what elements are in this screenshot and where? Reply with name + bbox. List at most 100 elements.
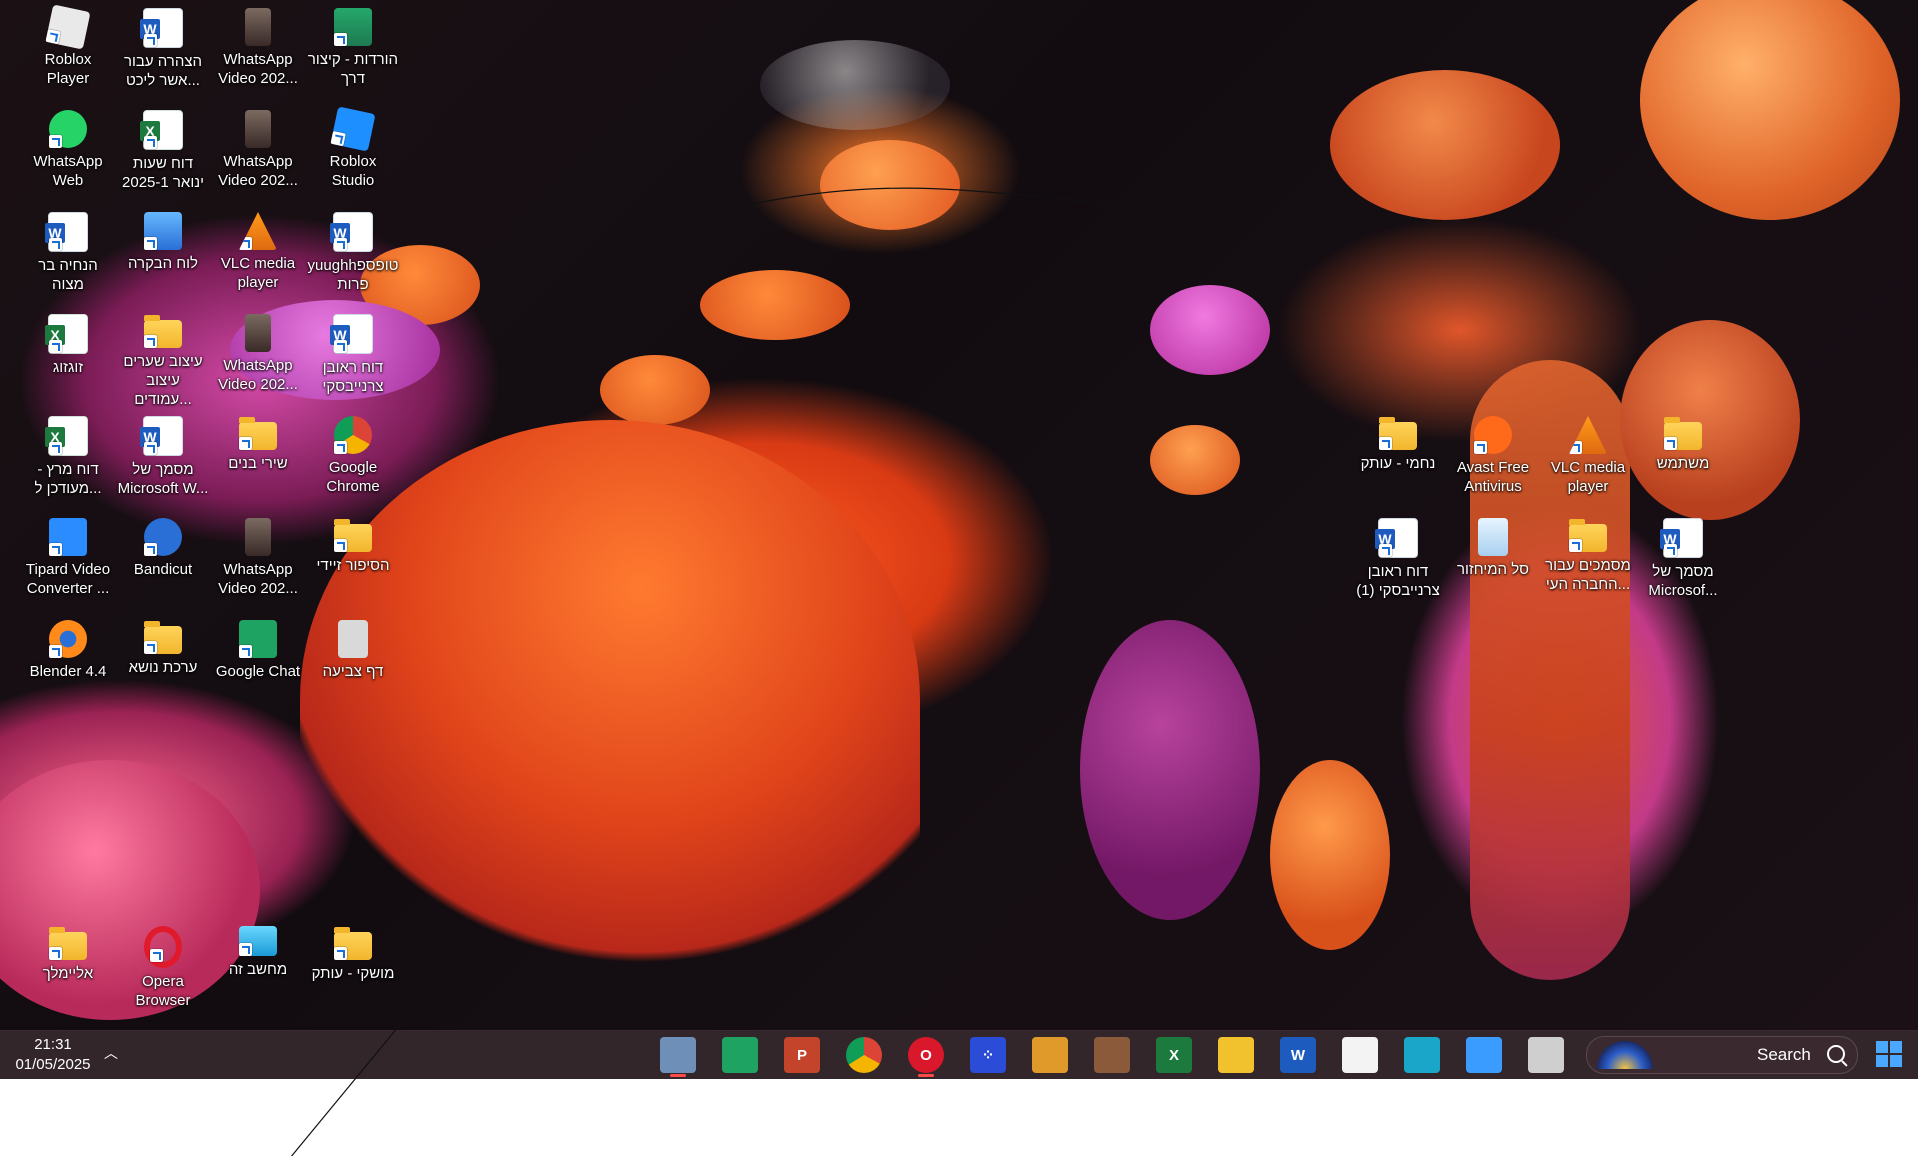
desktop-icon-label: Avast Free Antivirus bbox=[1456, 459, 1530, 495]
desktop-icon-label: הסיפור זיידי bbox=[316, 557, 390, 574]
google-chat-icon[interactable] bbox=[722, 1037, 758, 1073]
system-clock[interactable]: 21:31 01/05/2025 bbox=[8, 1035, 98, 1075]
this-pc-icon bbox=[239, 926, 277, 956]
desktop-icon-3[interactable]: הורדות - קיצור דרך bbox=[307, 4, 399, 88]
desktop-icon-right-6[interactable]: מסמכים עבור החברה העי... bbox=[1542, 514, 1634, 594]
desktop-icon-26[interactable]: Google Chat bbox=[212, 616, 304, 681]
desktop-icon-9[interactable]: לוח הבקרה bbox=[117, 208, 209, 273]
powerpoint-icon[interactable]: P bbox=[784, 1037, 820, 1073]
search-box[interactable]: Search bbox=[1586, 1036, 1858, 1074]
shortcut-arrow-icon bbox=[144, 335, 157, 348]
shortcut-arrow-icon bbox=[49, 645, 62, 658]
calendar-app-icon[interactable] bbox=[1032, 1037, 1068, 1073]
gear-app-icon[interactable] bbox=[660, 1037, 696, 1077]
desktop-icon-right-0[interactable]: נחמי - עותק bbox=[1352, 412, 1444, 473]
desktop-icon-right-7[interactable]: מסמך של Microsof... bbox=[1637, 514, 1729, 600]
widgets-icon[interactable] bbox=[1466, 1037, 1502, 1073]
desktop-icon-14[interactable]: WhatsApp Video 202... bbox=[212, 310, 304, 394]
edge-icon[interactable] bbox=[1404, 1037, 1440, 1073]
desktop-icon-label: WhatsApp Video 202... bbox=[218, 357, 298, 393]
shortcut-arrow-icon bbox=[239, 645, 252, 658]
desktop-icon-1[interactable]: הצהרה עבור אשר ליכט... bbox=[117, 4, 209, 90]
desktop-icon-bottom-0[interactable]: אליימלך bbox=[22, 922, 114, 983]
desktop-icon-17[interactable]: מסמך של Microsoft W... bbox=[117, 412, 209, 498]
desktop-icon-label: דוח ראובן צרנייבסקי bbox=[322, 359, 384, 395]
microsoft-store-icon[interactable] bbox=[1342, 1037, 1378, 1073]
roblox-icon bbox=[45, 4, 91, 50]
desktop-icon-right-1[interactable]: Avast Free Antivirus bbox=[1447, 412, 1539, 496]
start-button[interactable] bbox=[1876, 1041, 1902, 1067]
desktop-icon-15[interactable]: דוח ראובן צרנייבסקי bbox=[307, 310, 399, 396]
desktop-icon-label: Opera Browser bbox=[135, 973, 191, 1009]
windows-logo-icon bbox=[1876, 1041, 1888, 1053]
shortcut-arrow-icon bbox=[239, 437, 252, 450]
desktop-icon-label: VLC media player bbox=[1550, 459, 1626, 495]
desktop[interactable]: Roblox Player הצהרה עבור אשר ליכט... Whats… bbox=[0, 0, 1918, 1030]
desktop-icon-23[interactable]: הסיפור זיידי bbox=[307, 514, 399, 575]
desktop-icon-24[interactable]: Blender 4.4 bbox=[22, 616, 114, 681]
desktop-icon-bottom-3[interactable]: מושקי - עותק bbox=[307, 922, 399, 983]
desktop-icon-label: מושקי - עותק bbox=[311, 965, 395, 982]
search-highlight-icon bbox=[1597, 1041, 1653, 1069]
desktop-icon-label: זוגזוג bbox=[52, 359, 84, 376]
file-explorer-icon[interactable] bbox=[1218, 1037, 1254, 1073]
desktop-icon-7[interactable]: Roblox Studio bbox=[307, 106, 399, 190]
desktop-icon-13[interactable]: עיצוב שערים עיצוב עמודים... bbox=[117, 310, 209, 409]
desktop-icon-label: WhatsApp Web bbox=[33, 153, 103, 189]
wallpaper-shape bbox=[760, 40, 950, 130]
search-icon bbox=[1827, 1045, 1845, 1063]
excel-document-icon bbox=[140, 110, 183, 150]
opera-icon bbox=[144, 926, 182, 968]
desktop-icon-25[interactable]: ערכת נושא bbox=[117, 616, 209, 677]
desktop-icon-bottom-2[interactable]: מחשב זה bbox=[212, 922, 304, 979]
desktop-icon-right-2[interactable]: VLC media player bbox=[1542, 412, 1634, 496]
desktop-icon-label: VLC media player bbox=[220, 255, 296, 291]
desktop-icon-21[interactable]: Bandicut bbox=[117, 514, 209, 579]
downloads-folder-icon bbox=[334, 8, 372, 46]
desktop-icon-label: WhatsApp Video 202... bbox=[218, 561, 298, 597]
photo-app-icon[interactable] bbox=[1094, 1037, 1130, 1073]
desktop-icon-20[interactable]: Tipard Video Converter ... bbox=[22, 514, 114, 598]
desktop-icon-label: שירי בנים bbox=[228, 455, 288, 472]
desktop-icon-16[interactable]: דוח מרץ - מעודכן ל... bbox=[22, 412, 114, 498]
desktop-icon-right-4[interactable]: דוח ראובן צרנייבסקי (1) bbox=[1352, 514, 1444, 600]
desktop-icon-19[interactable]: Google Chrome bbox=[307, 412, 399, 496]
shortcut-arrow-icon bbox=[334, 441, 347, 454]
desktop-icon-5[interactable]: דוח שעות ינואר 2025-1 bbox=[117, 106, 209, 192]
desktop-icon-label: ערכת נושא bbox=[128, 659, 198, 676]
desktop-icon-8[interactable]: הנחיה בר מצוה bbox=[22, 208, 114, 294]
wallpaper-shape bbox=[1330, 70, 1560, 220]
desktop-icon-27[interactable]: דף צביעה bbox=[307, 616, 399, 681]
chrome-icon[interactable] bbox=[846, 1037, 882, 1073]
opera-icon[interactable]: O bbox=[908, 1037, 944, 1077]
desktop-icon-right-5[interactable]: סל המיחזור bbox=[1447, 514, 1539, 579]
desktop-icon-12[interactable]: זוגזוג bbox=[22, 310, 114, 377]
desktop-icon-4[interactable]: WhatsApp Web bbox=[22, 106, 114, 190]
desktop-icon-bottom-1[interactable]: Opera Browser bbox=[117, 922, 209, 1010]
shortcut-arrow-icon bbox=[144, 543, 157, 556]
task-view-icon[interactable] bbox=[1528, 1037, 1564, 1073]
desktop-icon-2[interactable]: WhatsApp Video 202... bbox=[212, 4, 304, 88]
chevron-up-icon[interactable]: ︿ bbox=[104, 1043, 118, 1063]
desktop-icon-label: Blender 4.4 bbox=[29, 663, 107, 680]
folder-icon bbox=[49, 927, 87, 960]
desktop-icon-22[interactable]: WhatsApp Video 202... bbox=[212, 514, 304, 598]
dice-app-icon[interactable]: ⁘ bbox=[970, 1037, 1006, 1073]
desktop-icon-11[interactable]: yuughhטופספ פרות bbox=[307, 208, 399, 294]
image-file-icon bbox=[338, 620, 368, 658]
shortcut-arrow-icon bbox=[49, 135, 62, 148]
excel-icon[interactable]: X bbox=[1156, 1037, 1192, 1073]
shortcut-arrow-icon bbox=[334, 340, 347, 353]
excel-document-icon bbox=[45, 416, 88, 456]
desktop-icon-10[interactable]: VLC media player bbox=[212, 208, 304, 292]
folder-icon bbox=[144, 315, 182, 348]
desktop-icon-18[interactable]: שירי בנים bbox=[212, 412, 304, 473]
desktop-icon-0[interactable]: Roblox Player bbox=[22, 4, 114, 88]
wallpaper-shape bbox=[700, 270, 850, 340]
desktop-icon-6[interactable]: WhatsApp Video 202... bbox=[212, 106, 304, 190]
word-icon[interactable]: W bbox=[1280, 1037, 1316, 1073]
shortcut-arrow-icon bbox=[334, 33, 347, 46]
desktop-icon-right-3[interactable]: משתמש bbox=[1637, 412, 1729, 473]
shortcut-arrow-icon bbox=[49, 442, 62, 455]
desktop-icon-label: מחשב זה bbox=[228, 961, 288, 978]
